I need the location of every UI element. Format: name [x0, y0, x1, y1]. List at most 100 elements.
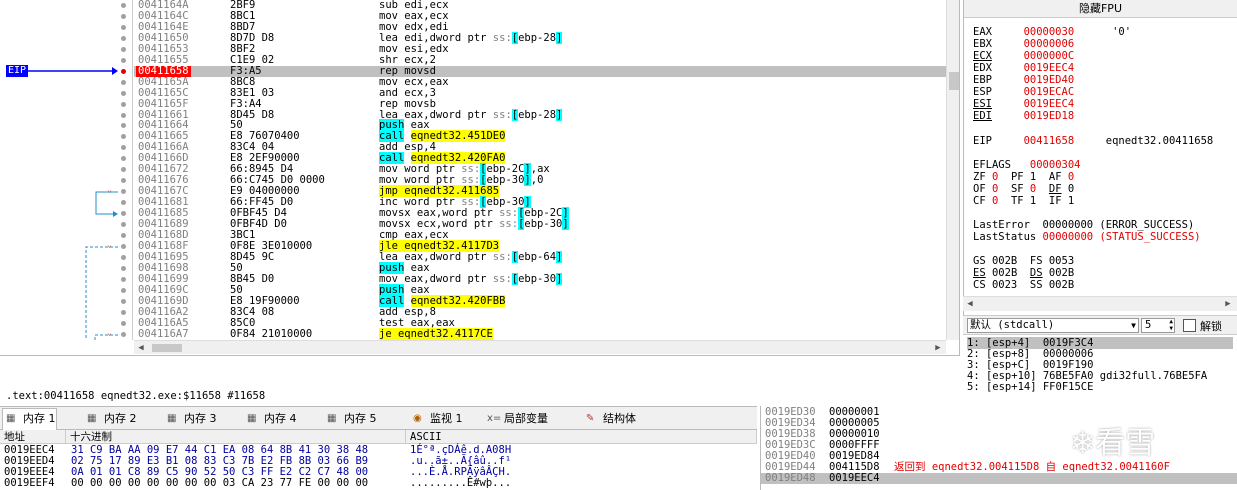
breakpoint-slot-icon[interactable]: [121, 101, 126, 107]
register-esp[interactable]: ESP 0019ECAC: [973, 86, 1074, 98]
disasm-row[interactable]: 0041165A 8BC8 mov ecx,eax: [134, 76, 946, 88]
register-ecx[interactable]: ECX 0000000C: [973, 50, 1074, 62]
disasm-horizontal-scrollbar[interactable]: ◀ ▶: [134, 340, 946, 354]
scroll-thumb[interactable]: [152, 344, 182, 352]
tab-内存-2[interactable]: ▦ 内存 2: [84, 409, 137, 429]
instruction-bytes: 83E1 03: [230, 86, 275, 99]
disassembly-listing[interactable]: 0041164A 2BF9 sub edi,ecx 0041164C 8BC1 mov e…: [134, 0, 946, 340]
breakpoint-slot-icon[interactable]: [121, 298, 126, 304]
scroll-right-icon[interactable]: ▶: [1221, 297, 1235, 311]
register-eflags[interactable]: EFLAGS 00000304: [973, 159, 1080, 171]
disasm-row[interactable]: 0041165C 83E1 03 and ecx,3: [134, 86, 946, 99]
breakpoint-slot-icon[interactable]: [121, 276, 126, 282]
disasm-vertical-scrollbar[interactable]: [946, 0, 959, 340]
col-header-address[interactable]: 地址: [0, 430, 66, 444]
breakpoint-slot-icon[interactable]: [121, 13, 126, 19]
last-status[interactable]: LastStatus 00000000 (STATUS_SUCCESS): [973, 231, 1201, 243]
instruction-text: and ecx,3: [379, 86, 436, 99]
disasm-row[interactable]: 00411695 8D45 9C lea eax,dword ptr ss:[ebp…: [134, 250, 946, 263]
register-edi[interactable]: EDI 0019ED18: [973, 110, 1074, 122]
hide-fpu-button[interactable]: 隐藏FPU: [964, 0, 1237, 18]
disasm-row[interactable]: 0041169D E8 19F90000 call eqnedt32.420FBB: [134, 294, 946, 307]
tab-局部变量[interactable]: x= 局部变量: [484, 409, 548, 429]
register-eip[interactable]: EIP 00411658 eqnedt32.00411658: [973, 135, 1213, 147]
col-header-hex[interactable]: 十六进制: [66, 430, 406, 444]
breakpoint-slot-icon[interactable]: [121, 287, 126, 293]
arg-count-spinner[interactable]: 5 ▲ ▼: [1141, 318, 1175, 333]
breakpoint-icon[interactable]: [121, 68, 126, 74]
disasm-row[interactable]: 004116A2 83C4 08 add esp,8: [134, 306, 946, 318]
breakpoint-slot-icon[interactable]: [121, 57, 126, 63]
breakpoint-slot-icon[interactable]: [121, 112, 126, 118]
register-eax[interactable]: EAX 00000030 '0': [973, 26, 1131, 38]
tab-内存-4[interactable]: ▦ 内存 4: [244, 409, 297, 429]
tab-内存-3[interactable]: ▦ 内存 3: [164, 409, 217, 429]
memory-icon: ▦: [327, 413, 337, 424]
breakpoint-slot-icon[interactable]: [121, 320, 126, 326]
segment-registers-row[interactable]: CS 0023 SS 002B: [973, 279, 1074, 291]
register-ebx[interactable]: EBX 00000006: [973, 38, 1074, 50]
stack-comment: 返回到 eqnedt32.004115D8 自 eqnedt32.0041160…: [894, 461, 1170, 473]
breakpoint-slot-icon[interactable]: [121, 46, 126, 52]
branch-arrows: [26, 67, 118, 340]
disasm-row[interactable]: 004116A7 0F84 21010000 je eqnedt32.4117CE: [134, 327, 946, 340]
disasm-row[interactable]: 0041164C 8BC1 mov eax,ecx: [134, 10, 946, 22]
col-header-ascii[interactable]: ASCII: [406, 430, 757, 444]
unlock-checkbox[interactable]: [1183, 319, 1196, 332]
struct-icon: ✎: [586, 413, 595, 424]
tab-内存-1[interactable]: ▦ 内存 1: [2, 408, 57, 431]
dump-hex[interactable]: 00 00 00 00 00 00 00 00 03 CA 23 77 FE 0…: [71, 478, 368, 489]
breakpoint-slot-icon[interactable]: [121, 232, 126, 238]
breakpoint-slot-icon[interactable]: [121, 222, 126, 227]
register-ebp[interactable]: EBP 0019ED40: [973, 74, 1074, 86]
breakpoint-slot-icon[interactable]: [121, 3, 126, 8]
flags-row[interactable]: ZF 0 PF 1 AF 0: [973, 171, 1074, 183]
register-esi[interactable]: ESI 0019EEC4: [973, 98, 1074, 110]
breakpoint-slot-icon[interactable]: [121, 254, 126, 260]
memory-dump[interactable]: 地址 十六进制 ASCII 0019EEC4 31 C9 BA AA 09 E7 …: [0, 430, 757, 490]
disasm-row[interactable]: 00411689 0FBF4D D0 movsx ecx,word ptr ss:[…: [134, 218, 946, 230]
stack-pane[interactable]: 0019ED30 00000001 0019ED34 00000005 0019ED38…: [760, 406, 1237, 490]
disasm-row[interactable]: 00411699 8B45 D0 mov eax,dword ptr ss:[ebp…: [134, 272, 946, 285]
disasm-row[interactable]: 0041164A 2BF9 sub edi,ecx: [134, 0, 946, 11]
breakpoint-slot-icon[interactable]: [121, 265, 126, 271]
registers-panel[interactable]: 隐藏FPU EAX 00000030 '0' EBX 00000006 ECX 00…: [963, 0, 1237, 315]
tab-内存-5[interactable]: ▦ 内存 5: [324, 409, 377, 429]
breakpoint-slot-icon[interactable]: [121, 243, 126, 249]
scroll-thumb[interactable]: [949, 72, 959, 90]
dump-ascii[interactable]: .........Ê#wþ...: [410, 478, 511, 489]
disasm-row[interactable]: 0041165F F3:A4 rep movsb: [134, 98, 946, 110]
flags-row[interactable]: CF 0 TF 1 IF 1: [973, 195, 1074, 207]
disasm-row[interactable]: 00411658 F3:A5 rep movsd: [134, 65, 946, 77]
scroll-left-icon[interactable]: ◀: [963, 297, 977, 311]
instruction-text: call eqnedt32.420FBB: [379, 294, 506, 307]
last-error[interactable]: LastError 00000000 (ERROR_SUCCESS): [973, 219, 1194, 231]
disassembly-pane[interactable]: EIP ⌄ ⌄ ⌄ 0041164A 2BF9 sub edi,ecx 0041164C 8…: [0, 0, 960, 355]
breakpoint-slot-icon[interactable]: [121, 35, 126, 41]
scroll-right-icon[interactable]: ▶: [931, 341, 945, 355]
stack-row[interactable]: 0019ED48 0019EEC4: [761, 473, 1237, 484]
disasm-row[interactable]: 00411661 8D45 D8 lea eax,dword ptr ss:[ebp…: [134, 108, 946, 121]
segment-registers-row[interactable]: GS 002B FS 0053: [973, 255, 1074, 267]
tab-结构体[interactable]: ✎ 结构体: [583, 409, 636, 429]
breakpoint-slot-icon[interactable]: [121, 90, 126, 96]
breakpoint-slot-icon[interactable]: [121, 79, 126, 85]
registers-horizontal-scrollbar[interactable]: ◀ ▶: [963, 296, 1237, 311]
flags-row[interactable]: OF 0 SF 0 DF 0: [973, 183, 1074, 195]
memory-icon: ▦: [247, 413, 257, 424]
spinner-arrows-icon[interactable]: ▲ ▼: [1169, 318, 1173, 332]
disasm-row[interactable]: 004116A5 85C0 test eax,eax: [134, 317, 946, 329]
tab-监视-1[interactable]: ◉ 监视 1: [410, 409, 463, 429]
disasm-row[interactable]: 00411650 8D7D D8 lea edi,dword ptr ss:[ebp…: [134, 31, 946, 44]
stack-argument[interactable]: 5: [esp+14] FF0F15CE: [967, 381, 1093, 393]
segment-registers-row[interactable]: ES 002B DS 002B: [973, 267, 1074, 279]
dump-address[interactable]: 0019EEF4: [4, 478, 55, 489]
stack-arguments-panel[interactable]: 1: [esp+4] 0019F3C4 2: [esp+8] 00000006 3:…: [963, 334, 1237, 406]
calling-convention-select[interactable]: 默认 (stdcall) ▼: [967, 318, 1139, 333]
breakpoint-slot-icon[interactable]: [121, 331, 126, 337]
breakpoint-slot-icon[interactable]: [121, 24, 126, 30]
breakpoint-slot-icon[interactable]: [121, 309, 126, 315]
dump-tabs: ▦ 内存 1 ▦ 内存 2 ▦ 内存 3 ▦ 内存 4 ▦ 内存 5 ◉ 监视 1 x= 局部变量 ✎ 结构体: [0, 406, 757, 431]
register-edx[interactable]: EDX 0019EEC4: [973, 62, 1074, 74]
scroll-left-icon[interactable]: ◀: [134, 341, 148, 355]
